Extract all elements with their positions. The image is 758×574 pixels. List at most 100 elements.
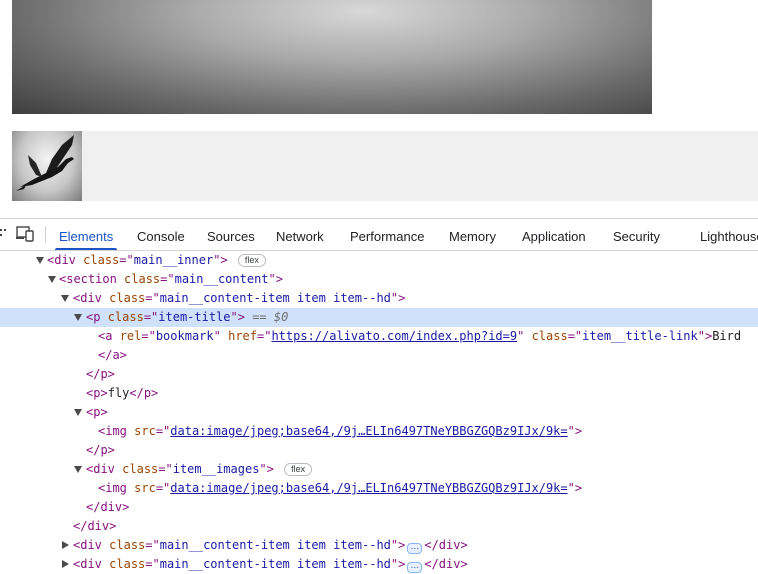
attr-eq: =" (155, 481, 171, 495)
dom-node-content-item-collapsed[interactable]: <div class="main__content-item item item… (0, 555, 758, 574)
tag-close: </a> (98, 348, 127, 362)
dom-node-section[interactable]: <section class="main__content"> (0, 270, 758, 289)
device-toolbar-icon[interactable] (16, 225, 36, 243)
dom-node-content-item[interactable]: <div class="main__content-item item item… (0, 289, 758, 308)
dom-node-p-fly[interactable]: <p>fly</p> (0, 384, 758, 403)
attr-value: main__content (174, 272, 269, 286)
dom-node-close-a[interactable]: </a> (0, 346, 758, 365)
dom-node-close-p[interactable]: </p> (0, 365, 758, 384)
devtools-panel: Elements Console Sources Network Perform… (0, 218, 758, 574)
elements-dom-tree: <div class="main__inner"> flex <section … (0, 251, 758, 574)
tab-application[interactable]: Application (522, 219, 586, 250)
attr-value: bookmark (155, 329, 214, 343)
attr-name: class (83, 253, 120, 267)
tag-open: <p (86, 310, 101, 324)
attr-value: main__content-item item item--hd (159, 557, 391, 571)
tag-close: </div> (73, 519, 117, 533)
tag-open: <a (98, 329, 113, 343)
src-link[interactable]: data:image/jpeg;base64,/9j…ELIn6497TNeYB… (170, 424, 567, 438)
tab-sources[interactable]: Sources (207, 219, 255, 250)
tag-close: </div> (424, 557, 468, 571)
collapse-triangle-icon[interactable] (74, 409, 82, 416)
attr-name: class (109, 538, 146, 552)
attr-name: class (122, 462, 159, 476)
dom-node-close-div[interactable]: </div> (0, 517, 758, 536)
rendered-page (0, 0, 758, 218)
tag-open: <div (47, 253, 76, 267)
tag-open: <img (98, 481, 127, 495)
dom-node-p[interactable]: <p> (0, 403, 758, 422)
attr-eq: =" (155, 424, 171, 438)
tag-close: "> (390, 291, 406, 305)
attr-name: class (531, 329, 568, 343)
dom-node-close-div[interactable]: </div> (0, 498, 758, 517)
tag-close: "> (567, 424, 583, 438)
tag-close: "> (567, 481, 583, 495)
collapsed-ellipsis-button[interactable]: … (407, 561, 423, 573)
tab-console[interactable]: Console (137, 219, 185, 250)
tab-network[interactable]: Network (276, 219, 324, 250)
dom-node-main-inner[interactable]: <div class="main__inner"> flex (0, 251, 758, 270)
attr-name: href (228, 329, 257, 343)
attr-value: main__inner (133, 253, 214, 267)
bird-thumbnail-image[interactable] (12, 131, 82, 201)
flex-badge[interactable]: flex (284, 463, 313, 476)
tag-close: "> (230, 310, 245, 324)
text-node: fly (107, 386, 130, 400)
tab-security[interactable]: Security (613, 219, 660, 250)
flex-badge[interactable]: flex (237, 254, 266, 267)
dom-node-item-images[interactable]: <div class="item__images"> flex (0, 460, 758, 479)
attr-name: src (134, 424, 156, 438)
attr-eq: =" (145, 538, 160, 552)
attr-eq: =" (160, 272, 175, 286)
tag-open: <p> (86, 405, 108, 419)
expand-triangle-icon[interactable] (62, 541, 69, 549)
attr-name: class (107, 310, 144, 324)
attr-value: main__content-item item item--hd (159, 291, 391, 305)
attr-eq: =" (145, 557, 160, 571)
attr-eq: =" (143, 310, 159, 324)
tag-open: <img (98, 424, 127, 438)
tag-close: </p> (86, 367, 115, 381)
tab-lighthouse[interactable]: Lighthouse (700, 219, 758, 250)
dom-node-img[interactable]: <img src="data:image/jpeg;base64,/9j…ELI… (0, 479, 758, 498)
tab-performance[interactable]: Performance (350, 219, 424, 250)
tag-close: "> (390, 538, 406, 552)
tab-elements[interactable]: Elements (54, 219, 118, 250)
attr-eq: =" (145, 291, 160, 305)
collapse-triangle-icon[interactable] (61, 295, 69, 302)
tag-close: "> (268, 272, 283, 286)
tag-open: <div (73, 291, 102, 305)
collapsed-ellipsis-button[interactable]: … (407, 542, 423, 554)
tag-open: <div (73, 557, 102, 571)
href-link[interactable]: https://alivato.com/index.php?id=9 (271, 329, 517, 343)
tag-close: "> (213, 253, 228, 267)
collapse-triangle-icon[interactable] (48, 276, 56, 283)
dom-node-anchor[interactable]: <a rel="bookmark" href="https://alivato.… (0, 327, 758, 346)
src-link[interactable]: data:image/jpeg;base64,/9j…ELIn6497TNeYB… (170, 481, 567, 495)
dom-node-content-item-collapsed[interactable]: <div class="main__content-item item item… (0, 536, 758, 555)
tag-close: </p> (129, 386, 159, 400)
collapse-triangle-icon[interactable] (36, 257, 44, 264)
dom-node-img[interactable]: <img src="data:image/jpeg;base64,/9j…ELI… (0, 422, 758, 441)
expand-triangle-icon[interactable] (62, 560, 69, 568)
tag-close: </div> (86, 500, 130, 514)
item-images-strip (12, 131, 758, 201)
selected-node-marker: == $0 (252, 310, 289, 324)
toolbar-divider (45, 226, 46, 243)
attr-name: rel (119, 329, 142, 343)
tag-close: "> (259, 462, 274, 476)
attr-name: class (124, 272, 161, 286)
tag-close: </p> (86, 443, 115, 457)
dom-node-item-title-selected[interactable]: <p class="item-title"> == $0 (0, 308, 758, 327)
tag-open: <div (73, 538, 102, 552)
attr-name: class (109, 557, 146, 571)
dom-node-close-p[interactable]: </p> (0, 441, 758, 460)
collapse-triangle-icon[interactable] (74, 314, 82, 321)
devtools-toolbar: Elements Console Sources Network Perform… (0, 219, 758, 251)
tab-memory[interactable]: Memory (449, 219, 496, 250)
tag-close: "> (390, 557, 406, 571)
text-node: Bird (712, 329, 742, 343)
collapse-triangle-icon[interactable] (74, 466, 82, 473)
attr-value: item-title (158, 310, 231, 324)
